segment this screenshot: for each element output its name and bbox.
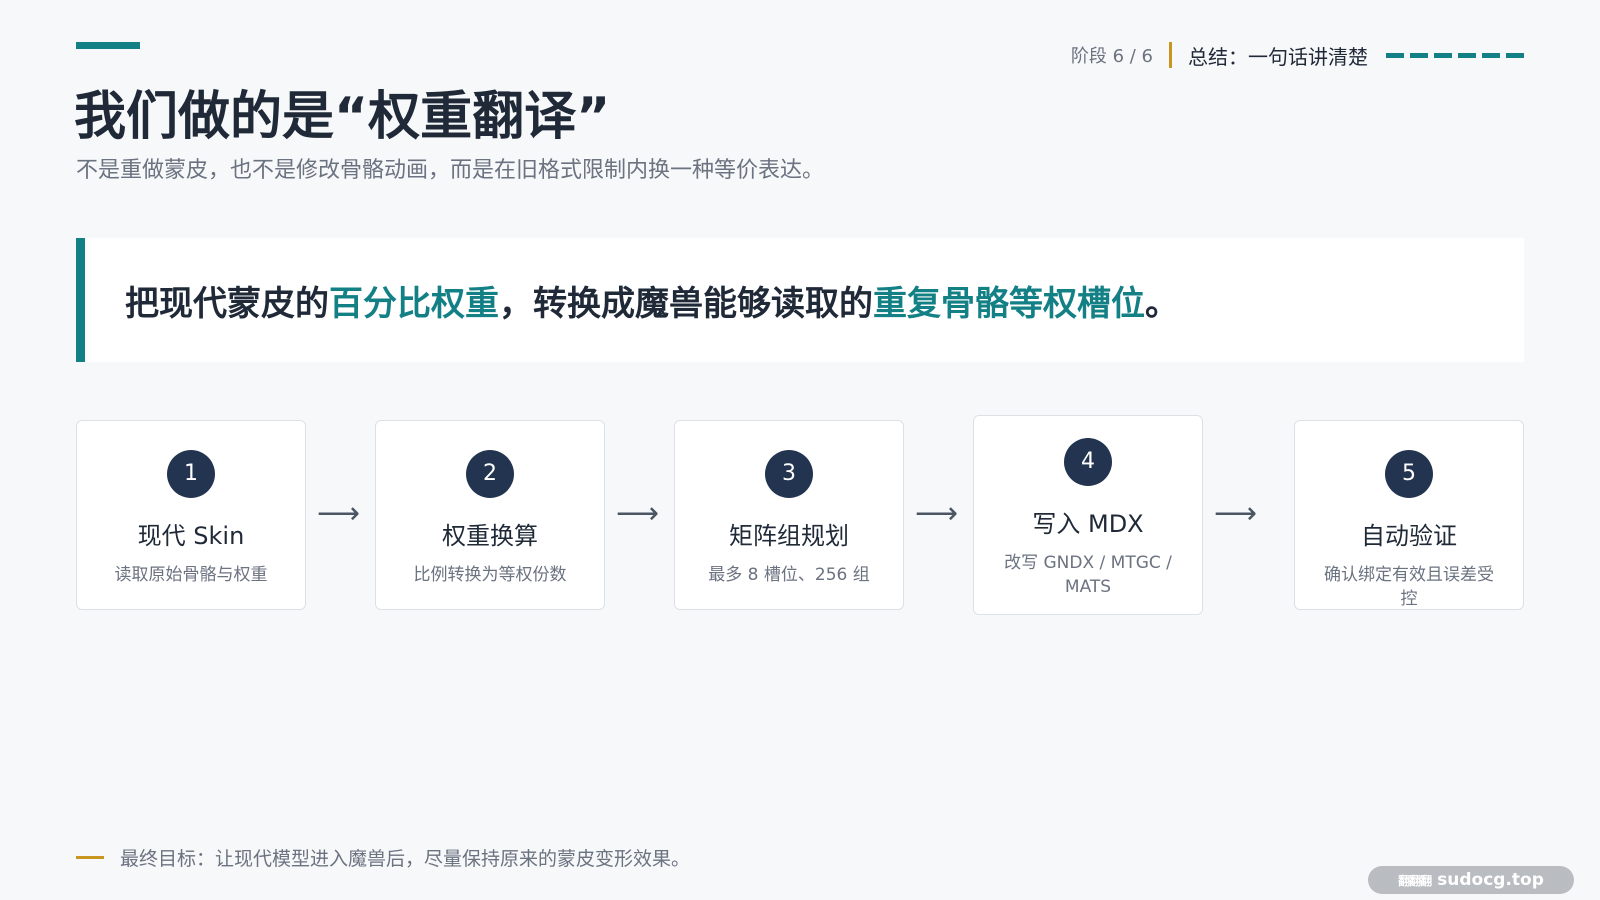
statement-highlight: 重复骨骼等权槽位: [873, 283, 1145, 324]
footer-text: 最终目标：让现代模型进入魔兽后，尽量保持原来的蒙皮变形效果。: [120, 848, 691, 870]
progress-dash: [1482, 52, 1500, 58]
statement-text: ，转换成魔兽能够读取的: [499, 283, 873, 324]
progress-dash: [1506, 52, 1524, 58]
page-subtitle: 不是重做蒙皮，也不是修改骨骼动画，而是在旧格式限制内换一种等价表达。: [76, 158, 825, 183]
step-name: 现代 Skin: [137, 522, 245, 550]
site-watermark: 翻翻翻 sudocg.top: [1368, 866, 1574, 894]
progress-dashes: [1386, 52, 1524, 58]
footer-accent-line: [76, 856, 104, 859]
step-number-badge: 4: [1064, 438, 1112, 486]
step-number-badge: 1: [167, 450, 215, 498]
progress-dash: [1410, 52, 1428, 58]
step-number-badge: 2: [466, 450, 514, 498]
progress-dash: [1386, 52, 1404, 58]
stage-indicator: 阶段 6 / 6 总结：一句话讲清楚: [1070, 42, 1524, 69]
step-name: 矩阵组规划: [729, 522, 849, 550]
step-card: 2 权重换算 比例转换为等权份数: [375, 420, 605, 610]
step-description: 读取原始骨骼与权重: [114, 565, 268, 585]
step-name: 写入 MDX: [1032, 510, 1144, 538]
key-statement: 把现代蒙皮的 百分比权重 ，转换成魔兽能够读取的 重复骨骼等权槽位。: [76, 238, 1524, 362]
step-number-badge: 5: [1385, 450, 1433, 498]
step-card: 1 现代 Skin 读取原始骨骼与权重: [76, 420, 306, 610]
statement-text: 把现代蒙皮的: [125, 283, 329, 324]
process-steps: 1 现代 Skin 读取原始骨骼与权重 ⟶ 2 权重换算 比例转换为等权份数 ⟶…: [76, 415, 1524, 620]
step-description: 确认绑定有效且误差受控: [1324, 565, 1494, 609]
progress-dash: [1434, 52, 1452, 58]
arrow-icon: ⟶: [317, 496, 361, 531]
step-description: 改写 GNDX / MTGC / MATS: [1004, 553, 1172, 597]
step-card: 4 写入 MDX 改写 GNDX / MTGC / MATS: [973, 415, 1203, 615]
arrow-icon: ⟶: [915, 496, 959, 531]
step-name: 自动验证: [1361, 522, 1457, 550]
statement-text: 。: [1145, 283, 1179, 324]
step-number-badge: 3: [765, 450, 813, 498]
arrow-icon: ⟶: [1214, 496, 1258, 531]
arrow-icon: ⟶: [616, 496, 660, 531]
stage-number: 阶段 6 / 6: [1070, 46, 1153, 67]
step-card: 5 自动验证 确认绑定有效且误差受控: [1294, 420, 1524, 610]
step-card: 3 矩阵组规划 最多 8 槽位、256 组: [674, 420, 904, 610]
title-accent-bar: [76, 42, 140, 49]
step-description: 比例转换为等权份数: [413, 565, 567, 585]
footer-note: 最终目标：让现代模型进入魔兽后，尽量保持原来的蒙皮变形效果。: [76, 844, 690, 871]
page-title: 我们做的是“权重翻译”: [74, 87, 611, 147]
watermark-logo-icon: 翻翻翻: [1398, 873, 1432, 888]
stage-divider: [1169, 42, 1172, 68]
progress-dash: [1458, 52, 1476, 58]
step-description: 最多 8 槽位、256 组: [708, 565, 870, 585]
step-name: 权重换算: [442, 522, 538, 550]
statement-highlight: 百分比权重: [329, 283, 499, 324]
watermark-text: sudocg.top: [1437, 870, 1544, 890]
stage-label: 总结：一句话讲清楚: [1188, 44, 1368, 69]
